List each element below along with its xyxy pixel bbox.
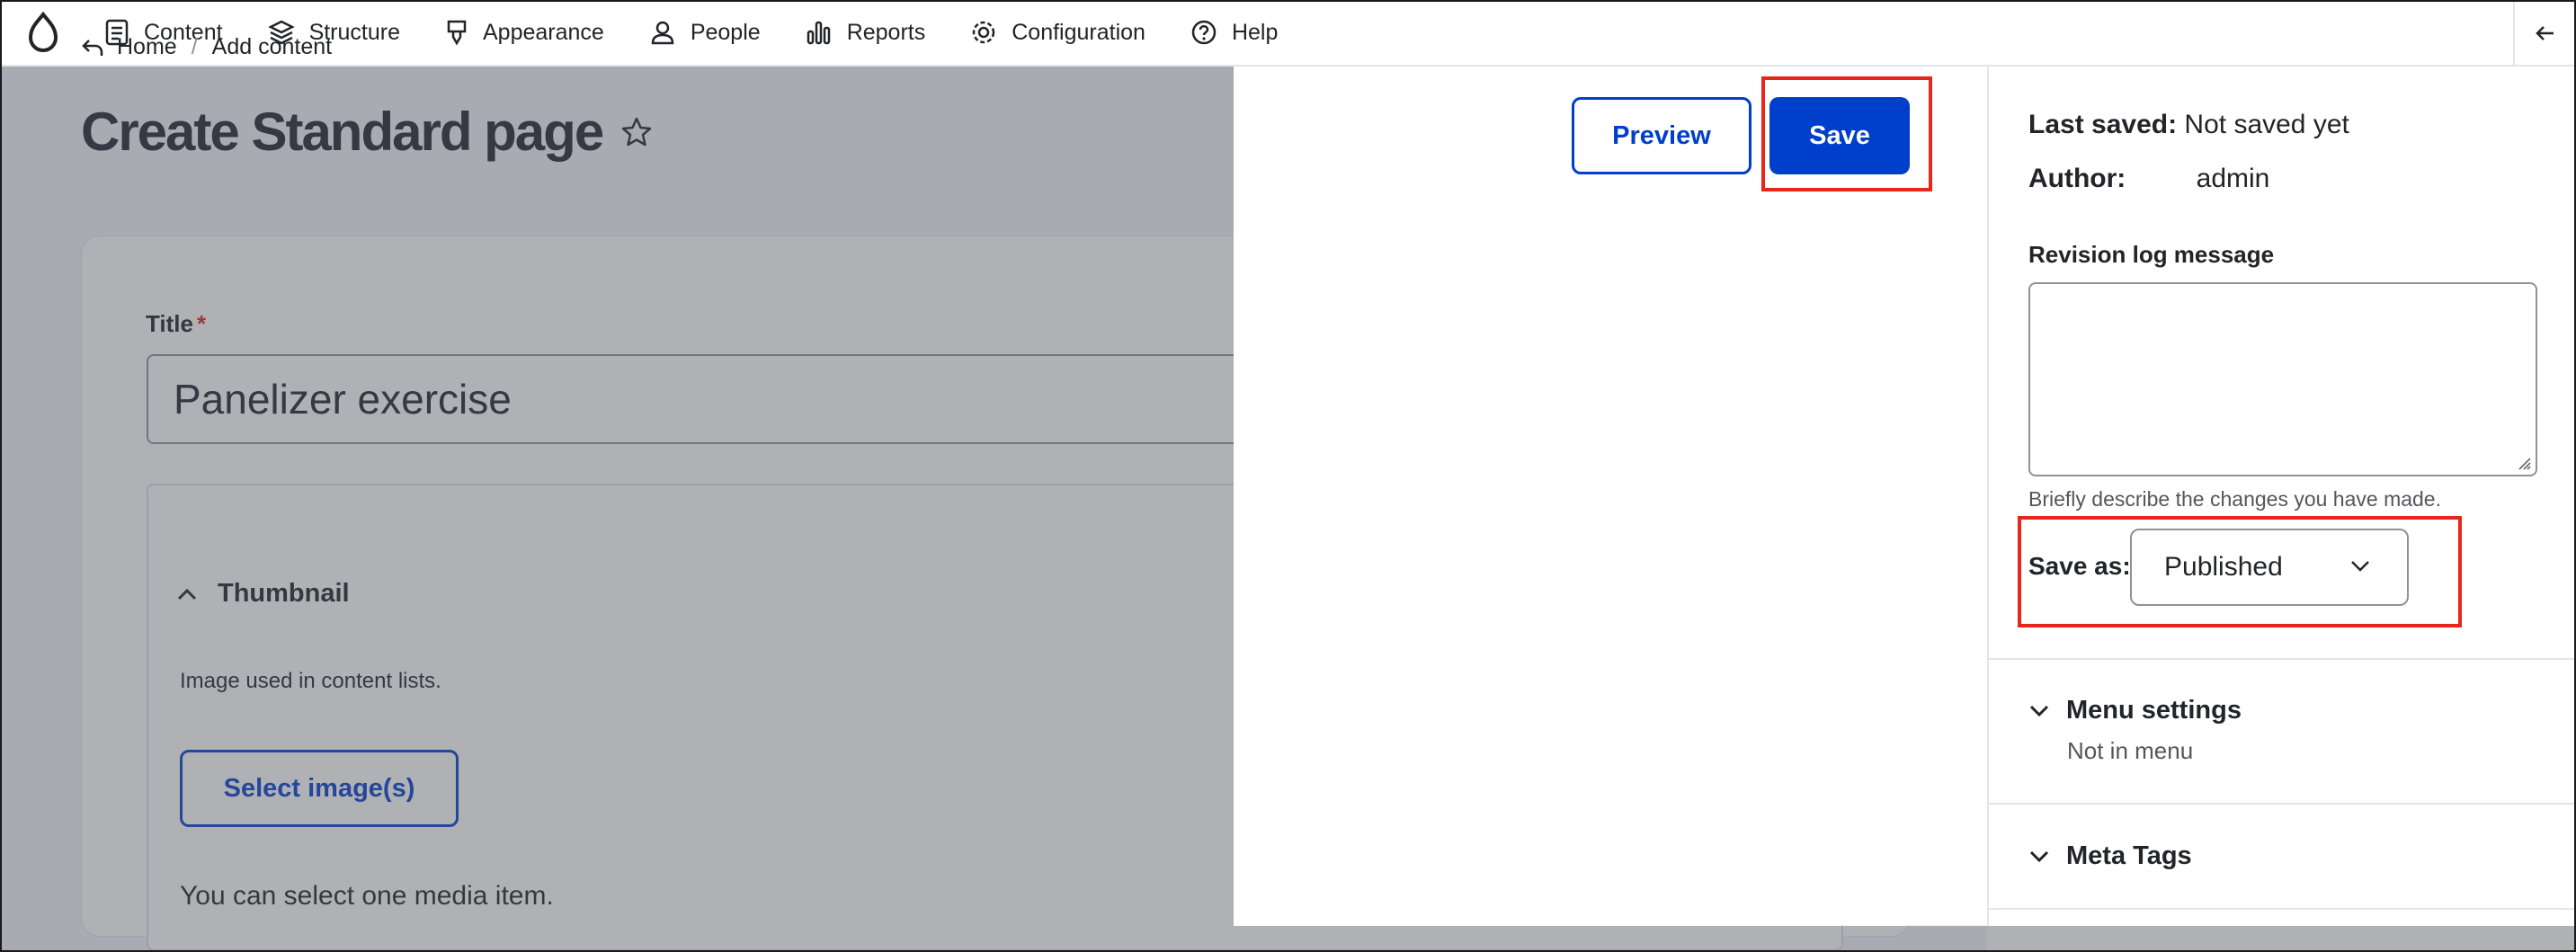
author-row: Author: admin xyxy=(2028,164,2269,194)
last-saved-row: Last saved: Not saved yet xyxy=(2028,110,2349,140)
menu-settings-label: Menu settings xyxy=(2066,696,2242,725)
author-label: Author: xyxy=(2028,164,2126,193)
offcanvas-panel xyxy=(1234,67,1987,925)
backdrop-bottom-band xyxy=(1234,926,2576,952)
preview-button[interactable]: Preview xyxy=(1572,97,1752,174)
toolbar-label-appearance: Appearance xyxy=(483,19,604,45)
sidebar-divider xyxy=(1989,803,2576,805)
toolbar-label-help: Help xyxy=(1231,19,1279,45)
help-icon xyxy=(1191,20,1217,45)
meta-tags-toggle[interactable]: Meta Tags xyxy=(2028,841,2192,871)
chevron-down-icon xyxy=(2029,850,2049,862)
toolbar-item-appearance[interactable]: Appearance xyxy=(427,0,631,66)
save-as-highlight xyxy=(2018,516,2462,627)
meta-tags-label: Meta Tags xyxy=(2066,841,2192,870)
sidebar-divider xyxy=(1989,908,2576,910)
breadcrumb-current[interactable]: Add content xyxy=(212,34,332,60)
revision-log-help: Briefly describe the changes you have ma… xyxy=(2028,487,2441,511)
breadcrumb-separator: / xyxy=(191,34,198,59)
modal-backdrop xyxy=(0,67,1234,952)
toolbar-label-configuration: Configuration xyxy=(1012,19,1145,45)
gear-icon xyxy=(972,21,995,44)
revision-log-label: Revision log message xyxy=(2028,241,2275,268)
breadcrumb-home-link[interactable]: Home xyxy=(117,34,177,60)
back-arrow-icon xyxy=(82,39,103,56)
toolbar-item-reports[interactable]: Reports xyxy=(788,0,953,66)
last-saved-label: Last saved: xyxy=(2028,110,2178,139)
appearance-icon xyxy=(447,20,467,46)
revision-log-textarea[interactable] xyxy=(2028,282,2537,476)
admin-toolbar: Content Structure Appearance People Repo… xyxy=(0,0,2576,67)
sidebar-divider xyxy=(1989,658,2576,660)
toolbar-item-help[interactable]: Help xyxy=(1172,0,1305,66)
reports-icon xyxy=(807,21,830,45)
people-icon xyxy=(651,21,674,45)
collapse-sidebar-button[interactable] xyxy=(2513,0,2576,67)
toolbar-item-configuration[interactable]: Configuration xyxy=(952,0,1172,66)
toolbar-item-people[interactable]: People xyxy=(631,0,788,66)
arrow-left-icon xyxy=(2536,26,2554,40)
menu-settings-toggle[interactable]: Menu settings xyxy=(2028,696,2242,725)
chevron-down-icon xyxy=(2029,705,2049,716)
save-button-highlight xyxy=(1761,76,1932,191)
author-value[interactable]: admin xyxy=(2197,164,2270,193)
resize-grip-icon[interactable] xyxy=(2516,455,2532,471)
drupal-logo-icon[interactable] xyxy=(0,0,86,66)
toolbar-label-people: People xyxy=(690,19,761,45)
last-saved-value: Not saved yet xyxy=(2184,110,2349,139)
breadcrumb: Home / Add content xyxy=(81,34,332,60)
toolbar-label-reports: Reports xyxy=(846,19,926,45)
menu-settings-summary: Not in menu xyxy=(2067,737,2194,764)
